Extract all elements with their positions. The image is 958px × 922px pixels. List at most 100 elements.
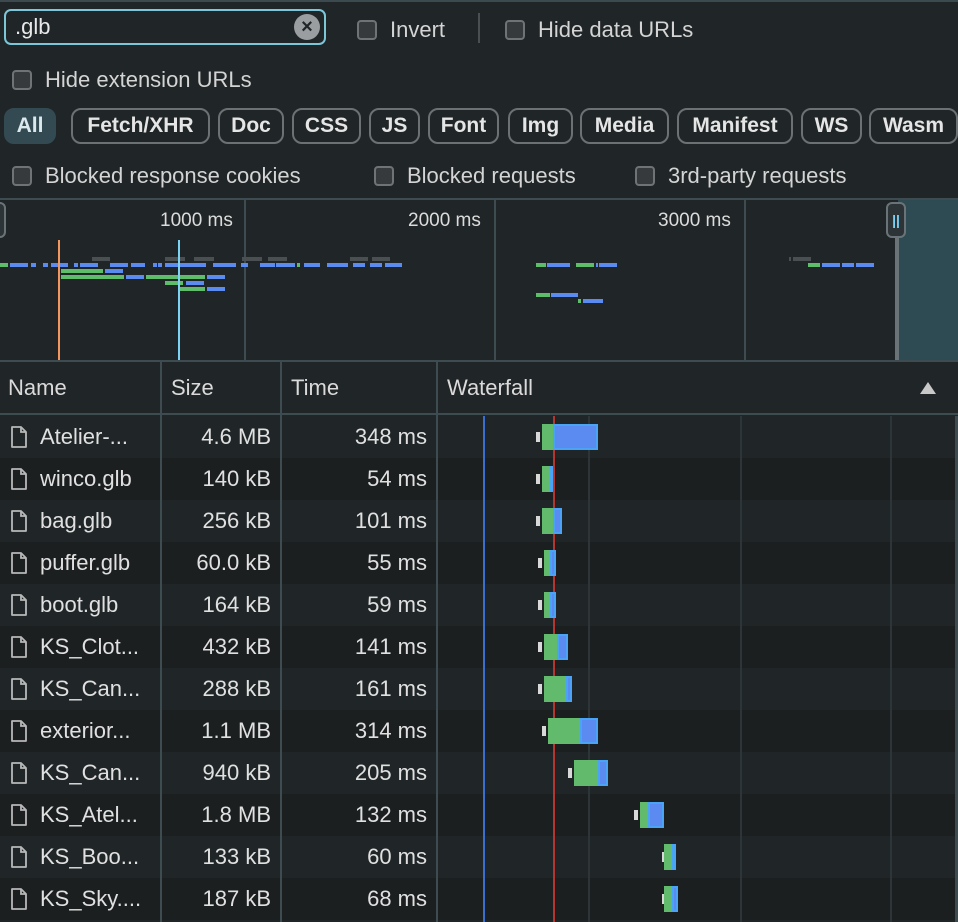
waterfall-queue-mark <box>542 726 546 736</box>
table-row[interactable]: bag.glb 256 kB 101 ms <box>0 500 958 542</box>
name-cell[interactable]: winco.glb <box>0 458 160 500</box>
column-separator[interactable] <box>436 362 438 922</box>
blocked-requests-checkbox[interactable]: Blocked requests <box>374 163 576 189</box>
blocked-requests-label: Blocked requests <box>407 163 576 188</box>
request-name: KS_Can... <box>40 676 141 701</box>
clear-circle-icon[interactable]: × <box>294 14 320 40</box>
filter-chip-img[interactable]: Img <box>508 108 573 144</box>
name-cell[interactable]: boot.glb <box>0 584 160 626</box>
name-cell[interactable]: KS_Atel... <box>0 794 160 836</box>
checkbox-box[interactable] <box>12 166 32 186</box>
overview-gridline <box>244 200 246 360</box>
filter-chip-manifest[interactable]: Manifest <box>677 108 793 144</box>
size-cell: 187 kB <box>202 886 272 911</box>
overview-bar-download <box>180 263 206 267</box>
table-row[interactable]: boot.glb 164 kB 59 ms <box>0 584 958 626</box>
overview-bar-download <box>304 263 320 267</box>
sort-ascending-icon[interactable] <box>920 382 936 394</box>
blocked-response-cookies-checkbox[interactable]: Blocked response cookies <box>12 163 301 189</box>
table-row[interactable]: KS_Clot... 432 kB 141 ms <box>0 626 958 668</box>
checkbox-box[interactable] <box>505 20 525 40</box>
invert-checkbox[interactable]: Invert <box>357 17 445 43</box>
overview-left-handle[interactable] <box>0 202 6 238</box>
waterfall-gridline <box>890 416 892 922</box>
column-header-size[interactable]: Size <box>171 362 214 414</box>
filter-chip-media[interactable]: Media <box>580 108 669 144</box>
overview-bar-waiting <box>578 299 581 303</box>
filter-chip-all[interactable]: All <box>4 108 56 144</box>
filter-chip-ws[interactable]: WS <box>801 108 862 144</box>
checkbox-box[interactable] <box>12 70 32 90</box>
column-header-time[interactable]: Time <box>291 362 339 414</box>
overview-bar-download <box>241 263 248 267</box>
waterfall-waiting-bar <box>542 424 553 450</box>
time-cell: 141 ms <box>354 634 427 659</box>
size-cell: 133 kB <box>202 844 272 869</box>
filter-input[interactable]: .glb × <box>4 9 326 45</box>
overview-bar-download <box>370 263 382 267</box>
name-cell[interactable]: KS_Sky.... <box>0 878 160 920</box>
checkbox-box[interactable] <box>374 166 394 186</box>
filter-chip-doc[interactable]: Doc <box>218 108 284 144</box>
overview-right-handle[interactable]: || <box>886 202 906 238</box>
column-header-name[interactable]: Name <box>8 362 67 414</box>
chip-label: JS <box>381 114 408 137</box>
table-row[interactable]: KS_Atel... 1.8 MB 132 ms <box>0 794 958 836</box>
overview-bar-queued <box>92 257 110 261</box>
top-border <box>0 0 958 2</box>
table-row[interactable]: winco.glb 140 kB 54 ms <box>0 458 958 500</box>
size-cell: 1.8 MB <box>201 802 271 827</box>
filter-chip-wasm[interactable]: Wasm <box>869 108 958 144</box>
hide-extension-urls-checkbox[interactable]: Hide extension URLs <box>12 67 252 93</box>
table-row[interactable]: puffer.glb 60.0 kB 55 ms <box>0 542 958 584</box>
name-cell[interactable]: KS_Clot... <box>0 626 160 668</box>
filter-chip-fetch-xhr[interactable]: Fetch/XHR <box>71 108 210 144</box>
column-separator[interactable] <box>160 362 162 922</box>
request-name: winco.glb <box>40 466 132 491</box>
filter-input-value[interactable]: .glb <box>15 14 294 40</box>
waterfall-download-bar <box>672 886 678 912</box>
blocked-response-cookies-label: Blocked response cookies <box>45 163 301 188</box>
table-row[interactable]: KS_Sky.... 187 kB 68 ms <box>0 878 958 920</box>
table-row[interactable]: Atelier-... 4.6 MB 348 ms <box>0 416 958 458</box>
overview-bar-download <box>327 263 348 267</box>
size-cell: 4.6 MB <box>201 424 271 449</box>
dom-content-loaded-marker <box>58 240 60 360</box>
file-icon <box>11 762 27 784</box>
checkbox-box[interactable] <box>357 20 377 40</box>
name-cell[interactable]: bag.glb <box>0 500 160 542</box>
name-cell[interactable]: KS_Boo... <box>0 836 160 878</box>
filter-chip-js[interactable]: JS <box>369 108 420 144</box>
name-cell[interactable]: puffer.glb <box>0 542 160 584</box>
overview-gridline <box>744 200 746 360</box>
name-cell[interactable]: KS_Can... <box>0 752 160 794</box>
chip-label: Font <box>440 114 487 137</box>
hide-data-urls-checkbox[interactable]: Hide data URLs <box>505 17 693 43</box>
name-cell[interactable]: exterior... <box>0 710 160 752</box>
column-header-waterfall[interactable]: Waterfall <box>447 362 533 414</box>
time-cell: 314 ms <box>354 718 427 743</box>
filter-chip-css[interactable]: CSS <box>292 108 361 144</box>
file-icon <box>11 888 27 910</box>
table-row[interactable]: KS_Can... 940 kB 205 ms <box>0 752 958 794</box>
table-row[interactable]: KS_Can... 288 kB 161 ms <box>0 668 958 710</box>
overview-bar-download <box>165 263 178 267</box>
column-separator[interactable] <box>280 362 282 922</box>
overview-bar-queued <box>242 257 262 261</box>
size-cell: 256 kB <box>202 508 272 533</box>
request-name: KS_Atel... <box>40 802 138 827</box>
overview-bar-download <box>856 263 874 267</box>
request-name: Atelier-... <box>40 424 129 449</box>
file-icon <box>11 720 27 742</box>
name-cell[interactable]: KS_Can... <box>0 668 160 710</box>
third-party-requests-checkbox[interactable]: 3rd-party requests <box>635 163 847 189</box>
name-cell[interactable]: Atelier-... <box>0 416 160 458</box>
checkbox-box[interactable] <box>635 166 655 186</box>
table-row[interactable]: KS_Boo... 133 kB 60 ms <box>0 836 958 878</box>
waterfall-download-bar <box>598 760 608 786</box>
overview-timeline[interactable]: 1000 ms 2000 ms 3000 ms 4000 || <box>0 200 958 360</box>
overview-unselected-region <box>898 200 958 360</box>
waterfall-waiting-bar <box>542 508 553 534</box>
filter-chip-font[interactable]: Font <box>428 108 499 144</box>
table-row[interactable]: exterior... 1.1 MB 314 ms <box>0 710 958 752</box>
